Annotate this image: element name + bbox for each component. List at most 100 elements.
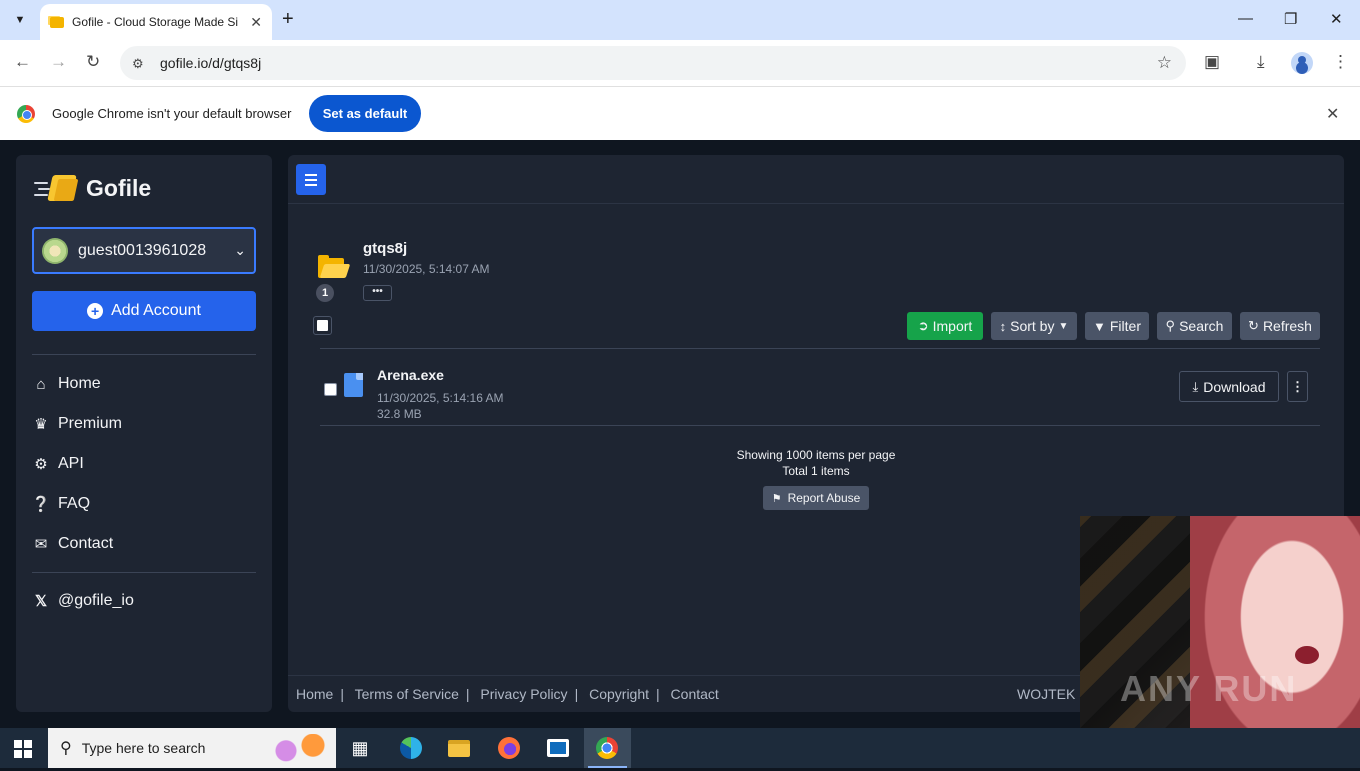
add-account-label: Add Account <box>111 302 201 319</box>
infobar-message: Google Chrome isn't your default browser <box>52 106 292 121</box>
tab-title: Gofile - Cloud Storage Made Si <box>72 15 239 29</box>
x-logo-icon: 𝕏 <box>34 593 48 610</box>
site-info-icon[interactable]: ⚙ <box>132 56 148 71</box>
extensions-icon[interactable]: ▣ <box>1204 52 1220 72</box>
footer-link-home[interactable]: Home <box>296 686 333 702</box>
sort-label: Sort by <box>1010 318 1055 334</box>
sidebar-item-premium[interactable]: ♛ Premium <box>32 415 122 433</box>
file-name[interactable]: Arena.exe <box>377 367 444 383</box>
footer-links: Home | Terms of Service | Privacy Policy | … <box>296 686 719 702</box>
reload-icon[interactable]: ↻ <box>86 52 100 72</box>
tab-close-icon[interactable]: ✕ <box>250 14 262 31</box>
folder-more-button[interactable]: ••• <box>363 285 392 301</box>
minimize-button[interactable]: — <box>1238 10 1253 27</box>
file-select-checkbox[interactable] <box>324 383 337 396</box>
home-icon: ⌂ <box>36 375 46 393</box>
new-tab-button[interactable]: + <box>282 8 294 30</box>
taskbar-search-box[interactable]: ⚲ Type here to search <box>48 728 336 768</box>
maximize-button[interactable]: ❐ <box>1284 10 1297 28</box>
filter-button[interactable]: ▼ Filter <box>1085 312 1149 340</box>
windows-taskbar: ⚲ Type here to search ▦ <box>0 728 1360 768</box>
chrome-taskbar-icon[interactable] <box>593 734 621 762</box>
crown-icon: ♛ <box>34 416 48 433</box>
refresh-label: Refresh <box>1262 318 1312 334</box>
windows-start-icon[interactable] <box>14 740 32 758</box>
file-row: Arena.exe 11/30/2025, 5:14:16 AM 32.8 MB… <box>320 365 1320 425</box>
report-abuse-button[interactable]: ⚑ Report Abuse <box>763 486 869 510</box>
row-divider <box>320 425 1320 426</box>
search-highlight-image <box>268 734 328 762</box>
gofile-logo[interactable]: Gofile <box>34 173 151 203</box>
search-label: Search <box>1179 318 1224 334</box>
forward-arrow-icon[interactable]: → <box>50 52 67 72</box>
brand-name: Gofile <box>86 174 152 201</box>
select-all-checkbox[interactable] <box>313 316 332 335</box>
search-icon: ⚲ <box>1165 318 1176 333</box>
download-label: Download <box>1203 378 1266 395</box>
edge-browser-icon[interactable] <box>397 734 425 762</box>
sidebar-item-faq[interactable]: ❔ FAQ <box>32 495 90 513</box>
plus-circle-icon: + <box>87 303 104 319</box>
tab-search-button[interactable]: ▼ <box>8 8 32 32</box>
caret-down-icon: ▼ <box>1058 320 1069 332</box>
sidebar-item-home[interactable]: ⌂ Home <box>32 375 100 393</box>
outlook-mail-icon[interactable] <box>544 734 572 762</box>
sidebar-divider <box>32 572 256 573</box>
downloads-icon[interactable]: ⤓ <box>1257 52 1265 72</box>
sidebar-item-x-social[interactable]: 𝕏 @gofile_io <box>32 592 134 610</box>
question-icon: ❔ <box>31 496 51 513</box>
envelope-icon: ✉ <box>34 536 48 553</box>
import-button[interactable]: ➲ Import <box>907 312 983 340</box>
browser-toolbar: ← → ↻ ⚙ gofile.io/d/gtqs8j ☆ ▣ ⤓ ⋮ <box>0 40 1360 86</box>
watermark-logo: ANY RUN <box>1120 668 1298 709</box>
infobar-close-icon[interactable]: ✕ <box>1326 104 1339 124</box>
filter-icon: ▼ <box>1093 318 1106 334</box>
account-avatar <box>42 237 68 264</box>
set-as-default-button[interactable]: Set as default <box>309 95 421 132</box>
download-button[interactable]: ⤓ Download <box>1179 371 1279 402</box>
actions-divider <box>320 348 1320 349</box>
footer-link-contact[interactable]: Contact <box>671 686 719 702</box>
file-explorer-icon[interactable] <box>445 734 473 762</box>
sidebar: Gofile guest0013961028 ⌄ + Add Account ⌂… <box>16 155 272 712</box>
gofile-favicon-icon <box>50 16 64 28</box>
refresh-button[interactable]: ↻ Refresh <box>1240 312 1320 340</box>
folder-date: 11/30/2025, 5:14:07 AM <box>363 262 490 276</box>
browser-tab-active[interactable]: Gofile - Cloud Storage Made Si ✕ <box>40 4 272 40</box>
header-divider <box>288 203 1344 204</box>
footer-link-copyright[interactable]: Copyright <box>589 686 649 702</box>
sidebar-item-label: FAQ <box>58 495 91 512</box>
sort-icon: ↕ <box>999 318 1007 334</box>
sidebar-item-label: Premium <box>58 415 123 432</box>
file-options-button[interactable]: ⋮ <box>1287 371 1308 402</box>
address-bar[interactable]: ⚙ gofile.io/d/gtqs8j ☆ <box>120 46 1186 80</box>
sidebar-item-api[interactable]: ⚙ API <box>32 455 84 473</box>
search-icon: ⚲ <box>60 740 72 757</box>
footer-link-privacy[interactable]: Privacy Policy <box>480 686 567 702</box>
menu-toggle-button[interactable] <box>296 164 326 195</box>
footer-link-terms[interactable]: Terms of Service <box>355 686 459 702</box>
download-icon: ⤓ <box>1192 378 1199 394</box>
firefox-icon[interactable] <box>495 734 523 762</box>
sidebar-item-contact[interactable]: ✉ Contact <box>32 535 113 553</box>
address-url[interactable]: gofile.io/d/gtqs8j <box>160 55 261 71</box>
account-selector[interactable]: guest0013961028 ⌄ <box>32 227 256 274</box>
sidebar-item-label: @gofile_io <box>58 592 134 609</box>
refresh-icon: ↻ <box>1248 318 1259 333</box>
bookmark-star-icon[interactable]: ☆ <box>1157 53 1172 73</box>
filter-label: Filter <box>1109 318 1141 334</box>
file-import-icon: ➲ <box>917 318 929 333</box>
sort-by-button[interactable]: ↕ Sort by ▼ <box>991 312 1077 340</box>
profile-avatar-icon[interactable] <box>1291 52 1313 74</box>
back-arrow-icon[interactable]: ← <box>14 52 31 72</box>
add-account-button[interactable]: + Add Account <box>32 291 256 331</box>
report-abuse-label: Report Abuse <box>787 491 861 505</box>
task-view-icon[interactable]: ▦ <box>346 734 374 762</box>
cogs-icon: ⚙ <box>34 456 48 473</box>
sidebar-item-label: Contact <box>58 535 114 552</box>
import-label: Import <box>932 318 973 334</box>
chrome-menu-icon[interactable]: ⋮ <box>1332 52 1349 72</box>
window-close-button[interactable]: ✕ <box>1330 10 1343 28</box>
folder-item-count-badge: 1 <box>316 284 334 302</box>
search-button[interactable]: ⚲ Search <box>1157 312 1232 340</box>
